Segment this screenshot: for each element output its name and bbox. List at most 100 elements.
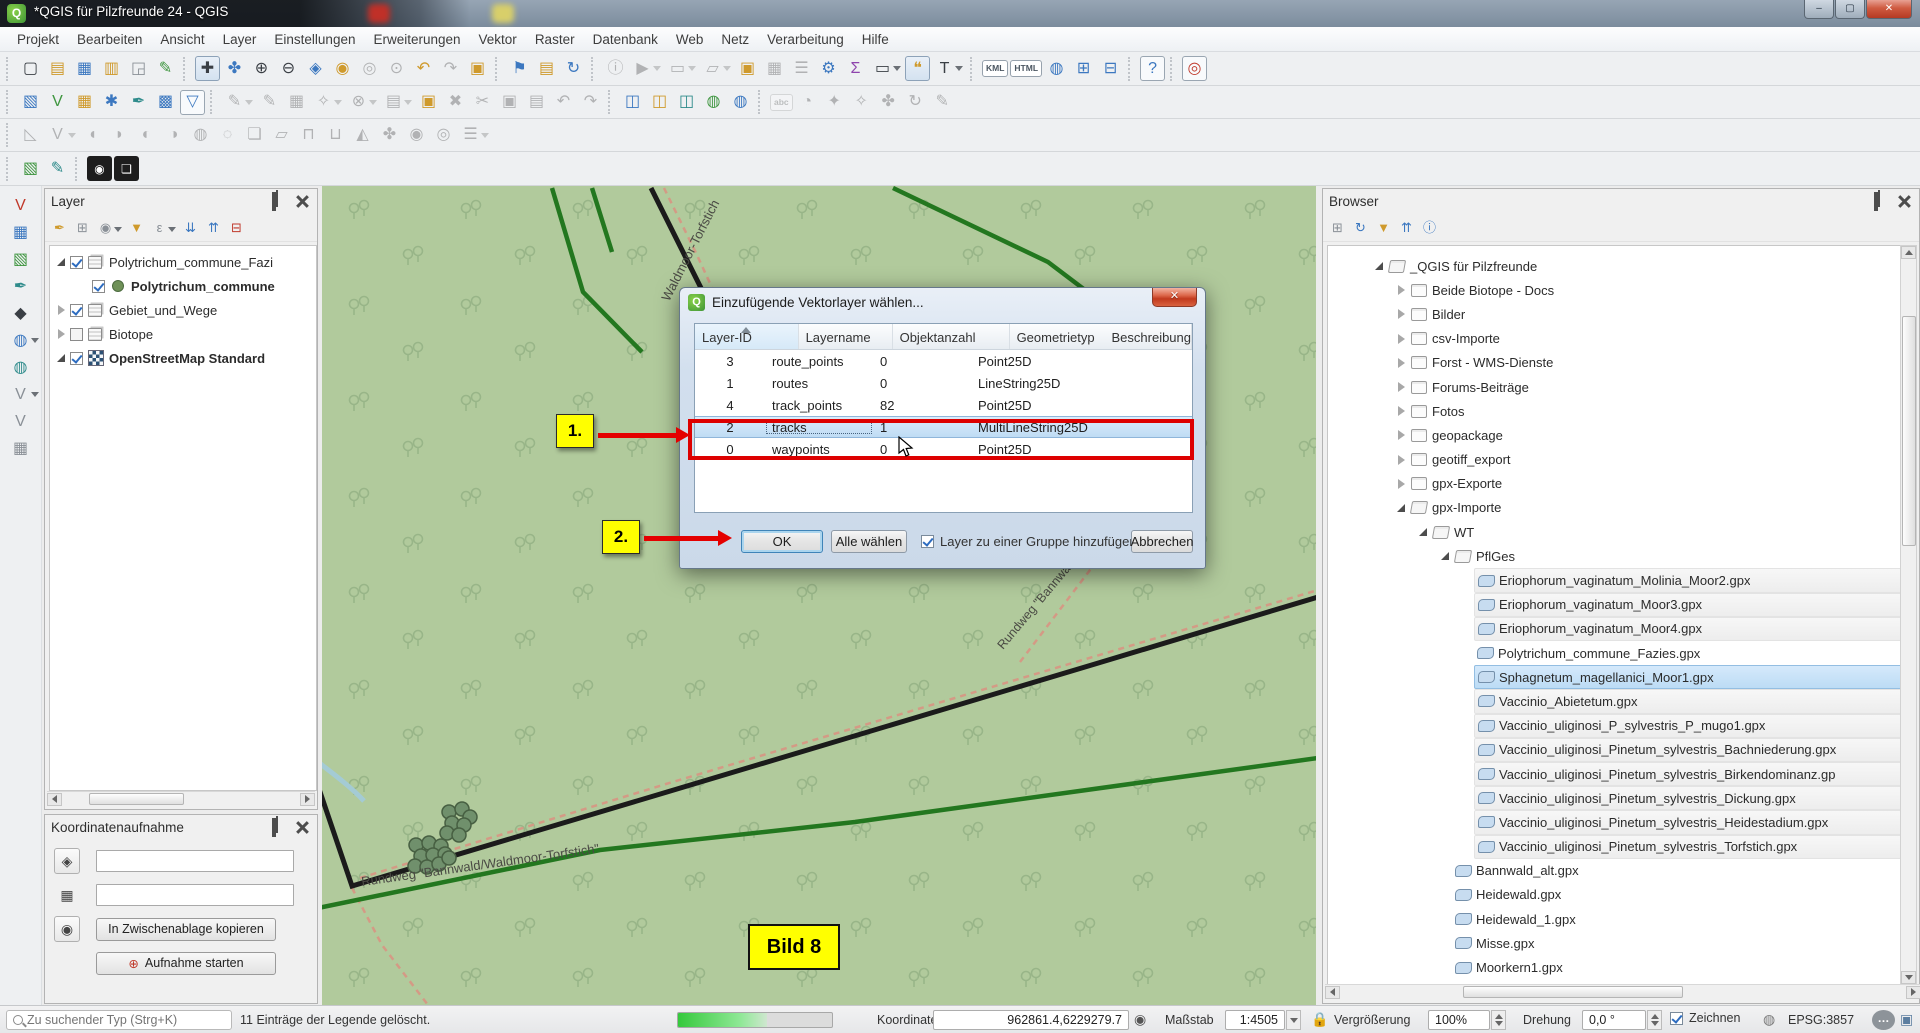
undo-icon[interactable]: ↶ [551,90,576,115]
magnifier-value[interactable]: 100% [1428,1010,1490,1030]
grid-tool-icon[interactable]: ⊞ [1071,56,1096,81]
expand-arrow-icon[interactable] [1394,382,1408,392]
zoom-native-icon[interactable]: ⊙ [384,56,409,81]
highlight-labels-icon[interactable]: ✧ [849,90,874,115]
menu-item[interactable]: Netz [712,29,758,50]
open-data-source-manager-icon[interactable]: ▧ [18,90,43,115]
show-bookmarks-icon[interactable]: ▤ [534,56,559,81]
pin-labels-icon[interactable]: ✦ [822,90,847,115]
text-annotation-icon[interactable]: T [932,56,957,81]
browser-item[interactable]: Misse.gpx [1328,931,1902,955]
expand-arrow-icon[interactable] [54,305,68,315]
menu-item[interactable]: Vektor [470,29,526,50]
coordinate-field-map[interactable] [96,884,294,906]
raster-tools-icon[interactable]: ▦ [8,220,33,245]
expand-arrow-icon[interactable] [1394,455,1408,465]
scroll-left-icon[interactable] [47,793,62,806]
add-postgis-layer-icon[interactable]: ◫ [620,90,645,115]
locator-search[interactable] [6,1010,232,1030]
filter-legend-icon[interactable]: ▼ [126,217,147,238]
sketch-map-icon[interactable]: ✎ [45,156,70,181]
add-ring-icon[interactable]: ◑ [161,123,186,148]
select-features-icon[interactable]: ▭ [665,56,690,81]
visibility-checkbox[interactable] [70,304,83,317]
expand-arrow-icon[interactable] [54,329,68,339]
browser-item[interactable]: geopackage [1328,423,1902,447]
expand-arrow-icon[interactable] [1394,285,1408,295]
add-grass-layer-icon[interactable]: ✒ [126,90,151,115]
menu-item[interactable]: Erweiterungen [364,29,469,50]
toolbar-separator[interactable] [608,90,615,114]
float-panel-icon[interactable] [1874,194,1891,209]
add-delimited-text-icon[interactable]: ✱ [99,90,124,115]
add-db-layer-icon[interactable]: ◫ [674,90,699,115]
reshape-features-icon[interactable]: ⊓ [296,123,321,148]
scroll-left-icon[interactable] [1325,986,1340,999]
vector-layer-row[interactable]: 4 track_points 82 Point25D [695,394,1192,416]
column-header[interactable]: Geometrietyp [1010,324,1105,349]
messages-icon[interactable]: … [1872,1010,1895,1030]
delete-selected-icon[interactable]: ✖ [443,90,468,115]
menu-item[interactable]: Bearbeiten [68,29,151,50]
add-mesh-layer-icon[interactable]: ▩ [153,90,178,115]
toolbar-separator[interactable] [6,123,13,147]
zoom-to-selection-icon[interactable]: ◉ [330,56,355,81]
expand-arrow-icon[interactable] [1438,552,1452,560]
rotate-label-icon[interactable]: ↻ [903,90,928,115]
new-map-view-icon[interactable]: ▣ [465,56,490,81]
web-service-icon[interactable]: ◍ [1044,56,1069,81]
browser-item[interactable]: geotiff_export [1328,448,1902,472]
browser-item[interactable]: Bilder [1328,302,1902,326]
layer-labeling-icon[interactable]: abc [770,94,793,111]
expand-arrow-icon[interactable] [1394,479,1408,489]
offset-curve-icon[interactable]: ⊔ [323,123,348,148]
browser-item[interactable]: Polytrichum_commune_Fazies.gpx [1328,641,1902,665]
debug-tools-icon[interactable]: ◎ [1182,56,1207,81]
field-calculator-icon[interactable]: ☰ [789,56,814,81]
browser-item[interactable]: Heidewald_1.gpx [1328,907,1902,931]
browser-item[interactable]: Vaccinio_uliginosi_Pinetum_sylvestris_Di… [1328,786,1902,810]
crs-select-button[interactable]: ◈ [54,848,80,874]
menu-item[interactable]: Raster [526,29,584,50]
zoom-last-icon[interactable]: ↶ [411,56,436,81]
render-checkbox[interactable] [1670,1012,1683,1025]
rotate-point-symbols-icon[interactable]: ◎ [431,123,456,148]
expand-arrow-icon[interactable] [1394,309,1408,319]
magnifier-spinner[interactable] [1491,1010,1506,1030]
layer-item[interactable]: Biotope [50,322,316,346]
float-panel-icon[interactable] [272,820,289,835]
menu-item[interactable]: Einstellungen [265,29,364,50]
zoom-out-icon[interactable]: ⊖ [276,56,301,81]
browser-item[interactable]: PflGes [1328,544,1902,568]
zoom-in-icon[interactable]: ⊕ [249,56,274,81]
add-part-icon[interactable]: ◍ [188,123,213,148]
ok-button[interactable]: OK [741,530,823,553]
vector-alt-icon[interactable]: V [8,409,33,434]
scroll-up-icon[interactable] [1901,246,1916,259]
attribute-table-icon[interactable]: ▦ [762,56,787,81]
clone-digitize-icon[interactable]: V [45,123,70,148]
dark-tool-icon[interactable]: ◆ [8,301,33,326]
browser-item[interactable]: Vaccinio_uliginosi_P_sylvestris_P_mugo1.… [1328,714,1902,738]
expand-arrow-icon[interactable] [54,258,68,266]
browser-item[interactable]: Forst - WMS-Dienste [1328,351,1902,375]
save-project-icon[interactable]: ▦ [72,56,97,81]
scale-value[interactable]: 1:4505 [1225,1010,1285,1030]
scroll-right-icon[interactable] [300,793,315,806]
select-all-button[interactable]: Alle wählen [831,530,907,553]
pan-to-selection-icon[interactable]: ✤ [222,56,247,81]
digitize-icon[interactable]: ✧ [311,90,336,115]
expand-arrow-icon[interactable] [1372,262,1386,270]
copy-to-clipboard-button[interactable]: In Zwischenablage kopieren [96,918,276,941]
browser-item[interactable]: Sphagnetum_magellanici_Moor1.gpx [1328,665,1902,689]
close-panel-icon[interactable] [1896,194,1913,209]
expand-arrow-icon[interactable] [1394,358,1408,368]
mouse-capture-button[interactable]: ◉ [54,916,80,942]
cancel-button[interactable]: Abbrechen [1131,530,1193,553]
expand-arrow-icon[interactable] [1416,528,1430,536]
expand-arrow-icon[interactable] [1394,334,1408,344]
crs-value[interactable]: EPSG:3857 [1788,1013,1854,1027]
coordinate-capture-icon[interactable]: ◉ [1134,1011,1146,1028]
measure-icon[interactable]: ▭ [870,56,895,81]
browser-item[interactable]: Eriophorum_vaginatum_Moor4.gpx [1328,617,1902,641]
